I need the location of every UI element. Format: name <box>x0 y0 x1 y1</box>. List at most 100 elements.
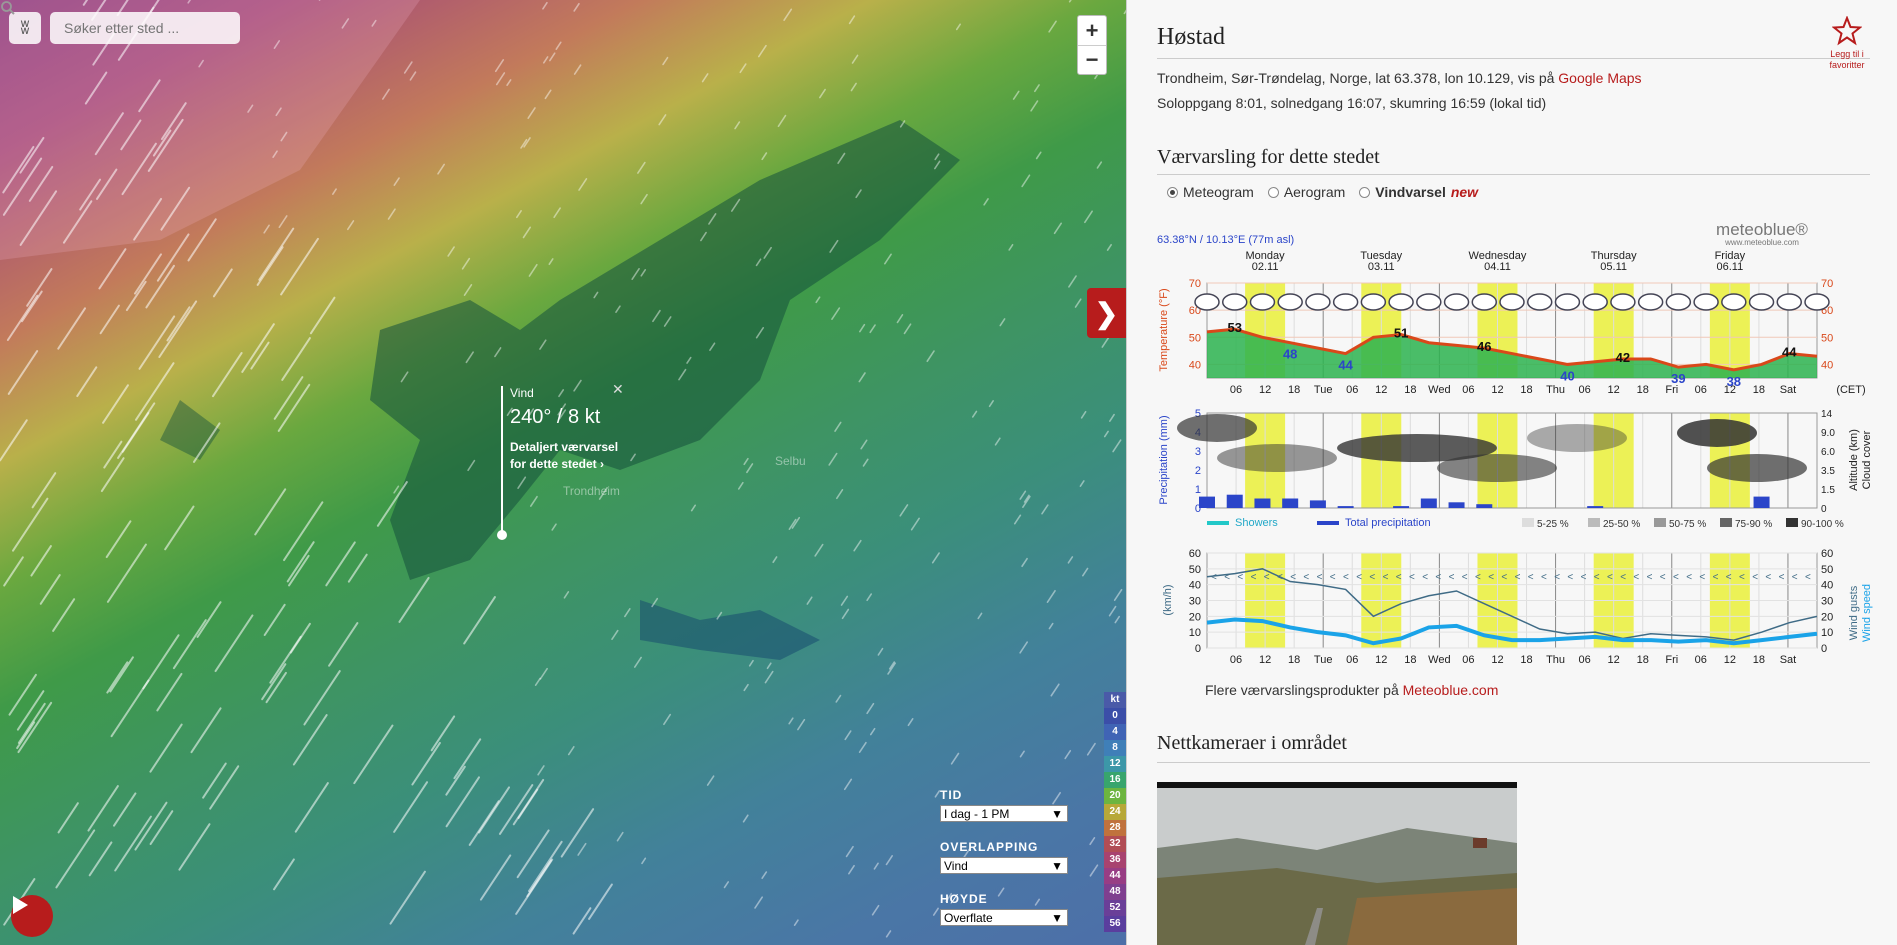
popup-detail-link[interactable]: Detaljert værvarsel for dette stedet › <box>510 439 618 473</box>
wind-streak <box>885 855 894 866</box>
weather-cloud-icon <box>1776 293 1803 311</box>
webcam-image[interactable] <box>1157 782 1517 945</box>
wind-streak <box>739 63 747 74</box>
weather-cloud-icon <box>1221 293 1248 311</box>
page-title: Høstad <box>1157 24 1225 50</box>
wind-streak <box>848 864 855 875</box>
wind-streak <box>977 612 983 620</box>
precip-y-tick: 2 <box>1195 465 1201 477</box>
chevron-right-icon[interactable]: › <box>600 457 604 471</box>
wind-streak <box>955 23 961 31</box>
overlay-control: OVERLAPPING Vind ▼ <box>940 840 1068 874</box>
wind-streak <box>95 168 118 200</box>
dropdown-arrow-icon: ▼ <box>1051 858 1063 873</box>
weather-cloud-icon <box>1332 293 1359 311</box>
wind-streak <box>1013 514 1022 525</box>
wind-streak <box>133 253 162 295</box>
wind-streak <box>376 481 408 527</box>
google-maps-link[interactable]: Google Maps <box>1558 70 1641 86</box>
wind-streak <box>1080 410 1087 419</box>
wind-streak <box>783 8 793 21</box>
x-tick-label: 06 <box>1346 654 1358 666</box>
wind-streak <box>641 857 647 865</box>
altitude-tick: 9.0 <box>1821 428 1835 439</box>
wind-streak <box>387 208 396 220</box>
cloud-legend-swatch <box>1720 518 1732 527</box>
dropdown-arrow-icon: ▼ <box>1051 806 1063 821</box>
radio-meteogram-label[interactable]: Meteogram <box>1183 184 1254 200</box>
wind-y-label: (km/h) <box>1162 584 1174 615</box>
legend-unit: kt <box>1104 692 1126 708</box>
wind-streak <box>1109 413 1115 422</box>
radio-vindvarsel[interactable]: Vindvarsel new <box>1359 184 1478 200</box>
weather-cloud-icon <box>1499 293 1525 311</box>
webcam-divider <box>1157 762 1870 763</box>
more-products-text: Flere værvarslingsprodukter på <box>1205 682 1399 698</box>
wind-direction-arrow: < <box>1317 572 1323 583</box>
wind-streak <box>873 862 879 870</box>
search-icon[interactable] <box>0 0 16 16</box>
location-text: Trondheim, Sør-Trøndelag, Norge, lat 63.… <box>1157 70 1555 86</box>
wind-streak <box>494 59 505 73</box>
radio-aerogram-circle[interactable] <box>1267 186 1279 198</box>
precip-bar <box>1587 506 1604 508</box>
app-logo[interactable]: ʬ <box>9 12 41 44</box>
play-button[interactable] <box>11 895 53 937</box>
wind-streak <box>117 402 156 459</box>
radio-meteogram-circle[interactable] <box>1167 186 1178 198</box>
radio-aerogram[interactable]: Aerogram <box>1267 184 1345 200</box>
radio-vindvarsel-circle[interactable] <box>1359 186 1371 198</box>
wind-streak <box>555 41 562 50</box>
zoom-out-button[interactable]: − <box>1078 45 1106 74</box>
wind-streak <box>1064 749 1072 760</box>
temp-y-tick-right: 50 <box>1821 332 1833 344</box>
time-control: TID I dag - 1 PM ▼ <box>940 788 1068 822</box>
panel-toggle-chevron-icon[interactable]: ❯ <box>1087 288 1126 338</box>
radio-meteogram[interactable]: Meteogram <box>1167 184 1254 200</box>
temp-data-label: 53 <box>1227 320 1241 335</box>
wind-streak <box>303 670 341 726</box>
weather-map[interactable]: ʬ + − ❯ Trondheim Selbu ✕ Vind 240° / 8 … <box>0 0 1126 945</box>
wind-streak <box>763 246 772 259</box>
x-tick-label: Thu <box>1546 384 1565 396</box>
radio-vindvarsel-label[interactable]: Vindvarsel <box>1375 184 1446 200</box>
wind-y-tick: 60 <box>1189 548 1201 560</box>
wind-streak <box>1113 588 1123 602</box>
wind-streak <box>983 198 989 206</box>
wind-streak <box>764 670 774 684</box>
altitude-tick: 3.5 <box>1821 466 1835 477</box>
search-input[interactable] <box>50 12 240 44</box>
popup-value: 240° / 8 kt <box>510 406 601 428</box>
popup-link-line2[interactable]: for dette stedet <box>510 457 597 471</box>
favorite-button[interactable]: Legg til i favoritter <box>1817 15 1877 71</box>
time-select[interactable]: I dag - 1 PM ▼ <box>940 805 1068 822</box>
precip-bar <box>1337 506 1354 508</box>
wind-streak <box>6 294 39 341</box>
favorite-label[interactable]: Legg til i favoritter <box>1817 49 1877 71</box>
wind-streak <box>869 324 876 334</box>
wind-direction-arrow: < <box>1515 572 1521 583</box>
meteoblue-link[interactable]: Meteoblue.com <box>1403 682 1499 698</box>
day-date: 06.11 <box>1716 261 1743 273</box>
weather-cloud-icon <box>1388 293 1414 311</box>
cloud-legend-swatch <box>1786 518 1798 527</box>
wind-streak <box>212 268 233 298</box>
height-select[interactable]: Overflate ▼ <box>940 909 1068 926</box>
wind-streak <box>1112 439 1122 453</box>
wind-streak <box>202 762 227 799</box>
wind-streak <box>0 419 28 462</box>
wind-streak <box>196 601 222 638</box>
wind-direction-arrow: < <box>1396 572 1402 583</box>
wind-streak <box>866 702 875 715</box>
wind-streak <box>463 596 496 645</box>
star-icon[interactable] <box>1831 15 1863 46</box>
wind-streak <box>630 453 636 462</box>
precip-y-label: Precipitation (mm) <box>1158 415 1170 504</box>
radio-aerogram-label[interactable]: Aerogram <box>1284 184 1345 200</box>
wind-streak <box>389 870 426 925</box>
overlay-select[interactable]: Vind ▼ <box>940 857 1068 874</box>
popup-link-line1[interactable]: Detaljert værvarsel <box>510 440 618 454</box>
precip-bar <box>1393 506 1410 508</box>
wind-streak <box>851 54 859 64</box>
zoom-in-button[interactable]: + <box>1078 16 1106 45</box>
